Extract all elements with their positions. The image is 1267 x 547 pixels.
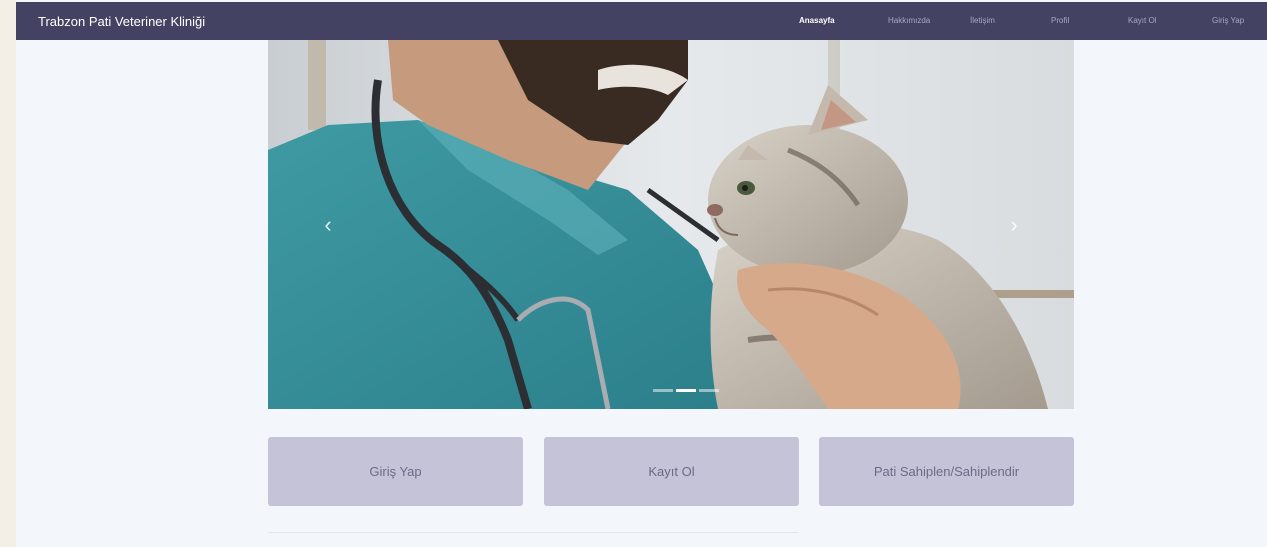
carousel-prev-button[interactable]: ‹ bbox=[313, 210, 343, 240]
carousel-indicator-2[interactable] bbox=[676, 389, 696, 392]
page-frame: Trabzon Pati Veteriner Kliniği Anasayfa … bbox=[16, 0, 1267, 547]
brand-title[interactable]: Trabzon Pati Veteriner Kliniği bbox=[38, 14, 205, 29]
nav-link-about[interactable]: Hakkımızda bbox=[888, 16, 930, 25]
carousel-indicators bbox=[268, 389, 1074, 392]
carousel-indicator-1[interactable] bbox=[653, 389, 673, 392]
register-button[interactable]: Kayıt Ol bbox=[544, 437, 799, 506]
nav-link-profile[interactable]: Profil bbox=[1051, 16, 1069, 25]
divider bbox=[268, 532, 798, 533]
nav-link-contact[interactable]: İletişim bbox=[970, 16, 995, 25]
login-button[interactable]: Giriş Yap bbox=[268, 437, 523, 506]
hero-carousel[interactable]: ‹ › bbox=[268, 40, 1074, 409]
carousel-slide-image bbox=[268, 40, 1074, 409]
chevron-left-icon: ‹ bbox=[324, 212, 332, 237]
nav-link-register[interactable]: Kayıt Ol bbox=[1128, 16, 1156, 25]
nav-link-login[interactable]: Giriş Yap bbox=[1212, 16, 1244, 25]
carousel-next-button[interactable]: › bbox=[999, 210, 1029, 240]
adopt-button[interactable]: Pati Sahiplen/Sahiplendir bbox=[819, 437, 1074, 506]
nav-link-home[interactable]: Anasayfa bbox=[799, 16, 835, 25]
navbar: Trabzon Pati Veteriner Kliniği Anasayfa … bbox=[16, 2, 1267, 40]
carousel-indicator-3[interactable] bbox=[699, 389, 719, 392]
chevron-right-icon: › bbox=[1010, 212, 1018, 237]
